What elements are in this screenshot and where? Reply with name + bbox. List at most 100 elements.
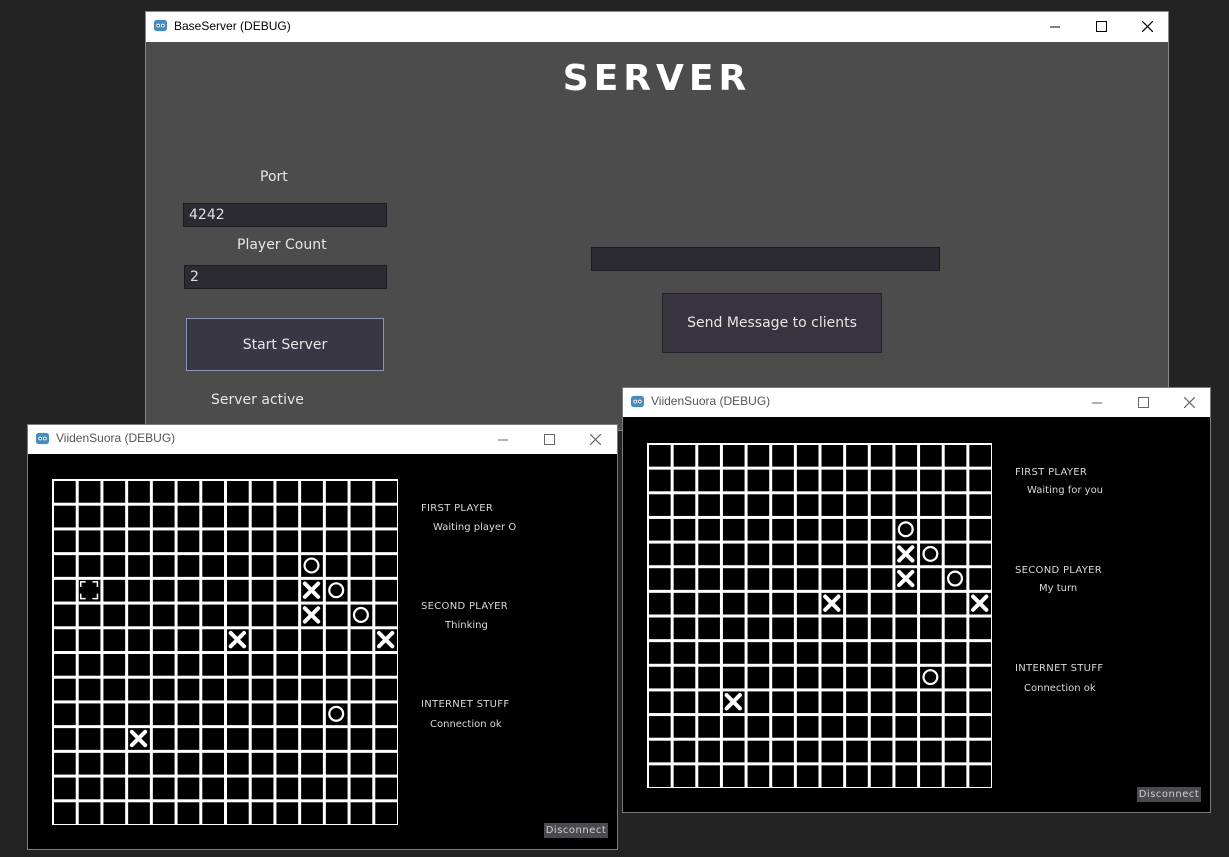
board-cell[interactable]	[325, 654, 348, 676]
board-cell[interactable]	[870, 469, 893, 492]
board-cell[interactable]	[251, 555, 274, 577]
board-cell[interactable]	[128, 579, 150, 602]
board-cell[interactable]	[202, 678, 224, 701]
board-cell[interactable]	[722, 642, 745, 664]
board-cell[interactable]	[350, 505, 373, 528]
board-cell[interactable]	[796, 716, 819, 738]
board-cell[interactable]	[177, 752, 200, 775]
board-cell[interactable]	[870, 765, 893, 787]
board-cell[interactable]	[870, 445, 893, 467]
board-cell[interactable]	[920, 691, 942, 714]
board-cell[interactable]	[177, 728, 200, 750]
board-cell[interactable]	[846, 543, 868, 566]
board-cell[interactable]	[649, 691, 671, 714]
board-cell[interactable]	[944, 642, 967, 664]
board-cell[interactable]	[227, 752, 249, 775]
board-cell[interactable]	[747, 518, 770, 541]
board-cell[interactable]	[895, 617, 918, 640]
board-cell[interactable]	[821, 716, 844, 738]
board-cell[interactable]	[301, 505, 323, 528]
board-cell[interactable]	[325, 777, 348, 800]
board-cell[interactable]	[772, 543, 794, 566]
board-cell[interactable]	[202, 728, 224, 750]
board-cell[interactable]	[54, 604, 76, 627]
board-cell[interactable]	[251, 802, 274, 824]
board-cell[interactable]	[177, 802, 200, 824]
board-cell[interactable]	[301, 629, 323, 651]
game-board[interactable]	[647, 443, 992, 788]
board-cell[interactable]	[375, 777, 397, 800]
player-count-field[interactable]: 2	[184, 265, 387, 289]
board-cell[interactable]	[920, 494, 942, 516]
board-cell[interactable]	[128, 802, 150, 824]
board-cell[interactable]	[698, 716, 720, 738]
board-cell[interactable]	[920, 642, 942, 664]
board-cell[interactable]	[698, 691, 720, 714]
board-cell[interactable]	[846, 642, 868, 664]
board-cell[interactable]	[969, 642, 991, 664]
board-cell[interactable]	[698, 568, 720, 590]
board-cell[interactable]	[152, 777, 175, 800]
board-cell[interactable]	[325, 555, 348, 577]
board-cell[interactable]	[152, 481, 175, 503]
board-cell[interactable]	[772, 716, 794, 738]
board-cell[interactable]	[944, 469, 967, 492]
board-cell[interactable]	[103, 505, 126, 528]
board-cell[interactable]	[128, 654, 150, 676]
board-cell[interactable]	[276, 530, 299, 553]
board-cell[interactable]	[152, 678, 175, 701]
board-cell[interactable]	[944, 740, 967, 763]
board-cell[interactable]	[969, 765, 991, 787]
board-cell[interactable]	[895, 740, 918, 763]
board-cell[interactable]	[78, 629, 101, 651]
board-cell[interactable]	[301, 777, 323, 800]
board-cell[interactable]	[227, 654, 249, 676]
board-cell[interactable]	[276, 678, 299, 701]
board-cell[interactable]	[103, 604, 126, 627]
board-cell[interactable]	[325, 604, 348, 627]
board-cell[interactable]	[276, 728, 299, 750]
board-cell[interactable]	[944, 445, 967, 467]
board-cell[interactable]	[227, 777, 249, 800]
board-cell[interactable]	[698, 740, 720, 763]
board-cell[interactable]	[301, 678, 323, 701]
board-cell[interactable]	[78, 505, 101, 528]
board-cell[interactable]	[202, 579, 224, 602]
board-cell[interactable]	[796, 469, 819, 492]
board-cell[interactable]	[152, 604, 175, 627]
board-cell[interactable]	[846, 716, 868, 738]
board-cell[interactable]	[276, 604, 299, 627]
board-cell[interactable]	[375, 604, 397, 627]
disconnect-button[interactable]: Disconnect	[1137, 787, 1201, 802]
board-cell[interactable]	[350, 802, 373, 824]
board-cell[interactable]	[870, 543, 893, 566]
board-cell[interactable]	[375, 752, 397, 775]
board-cell[interactable]	[177, 703, 200, 726]
board-cell[interactable]	[969, 691, 991, 714]
board-cell[interactable]	[920, 765, 942, 787]
board-cell[interactable]	[227, 728, 249, 750]
board-cell[interactable]	[54, 802, 76, 824]
board-cell[interactable]	[772, 642, 794, 664]
board-cell[interactable]	[969, 740, 991, 763]
board-cell[interactable]	[698, 469, 720, 492]
board-cell[interactable]	[375, 505, 397, 528]
board-cell[interactable]	[227, 555, 249, 577]
board-cell[interactable]	[78, 530, 101, 553]
board-cell[interactable]	[276, 802, 299, 824]
board-cell[interactable]	[128, 604, 150, 627]
board-cell[interactable]	[772, 518, 794, 541]
board-cell[interactable]	[54, 505, 76, 528]
board-cell[interactable]	[895, 592, 918, 615]
board-cell[interactable]	[177, 629, 200, 651]
board-cell[interactable]	[920, 716, 942, 738]
board-cell[interactable]	[325, 530, 348, 553]
board-cell[interactable]	[772, 592, 794, 615]
board-cell[interactable]	[920, 518, 942, 541]
board-cell[interactable]	[78, 728, 101, 750]
board-cell[interactable]	[846, 518, 868, 541]
board-cell[interactable]	[673, 445, 696, 467]
board-cell[interactable]	[796, 445, 819, 467]
board-cell[interactable]	[821, 642, 844, 664]
board-cell[interactable]	[722, 716, 745, 738]
